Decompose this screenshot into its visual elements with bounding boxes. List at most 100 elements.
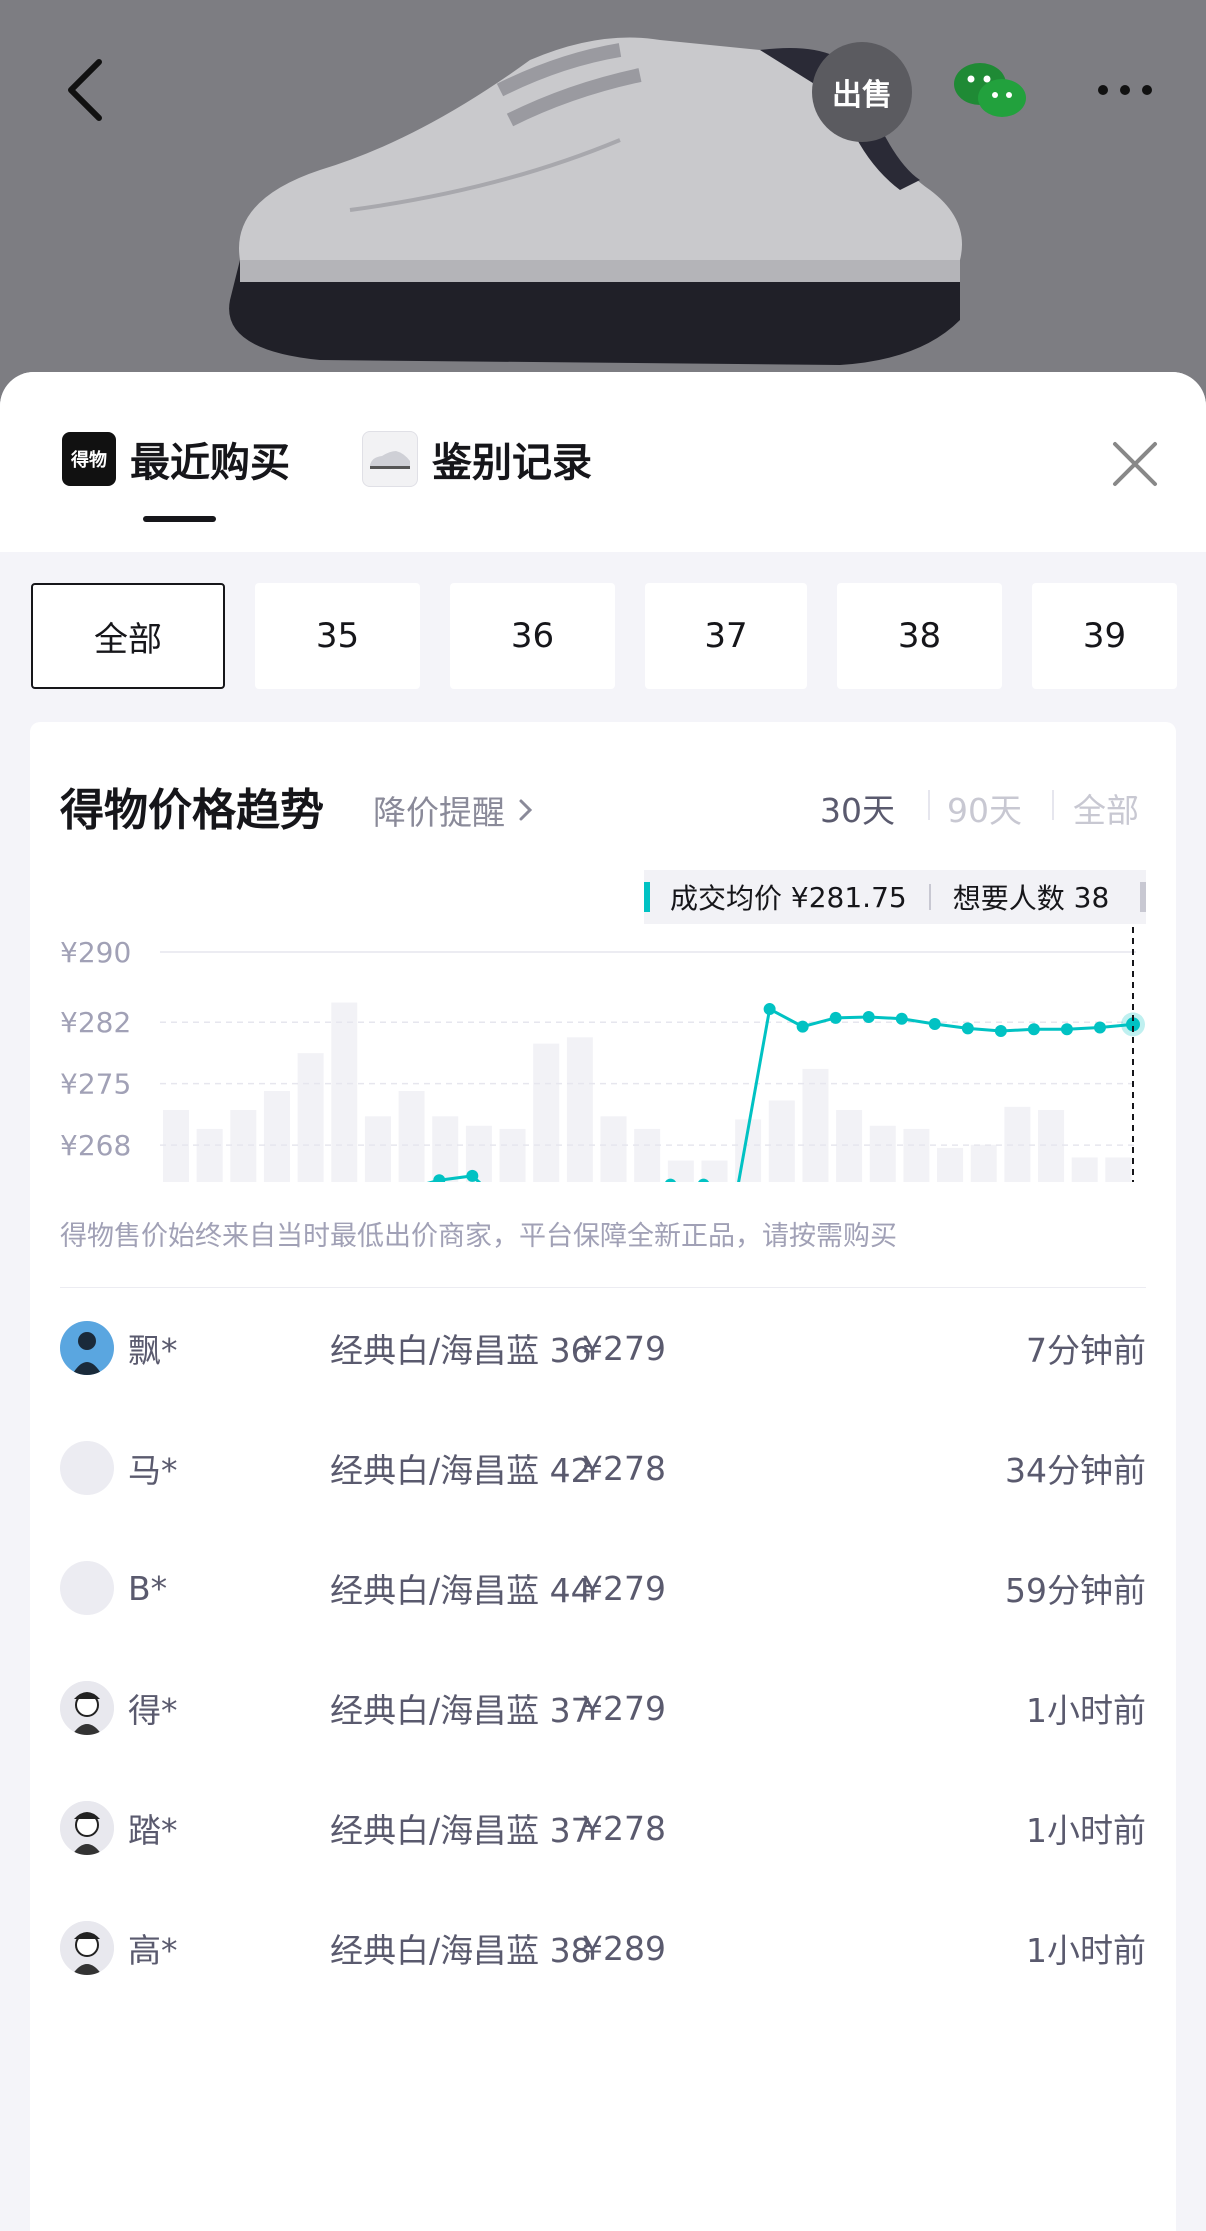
purchase-price: ¥278 — [582, 1808, 666, 1848]
volume-bar — [1105, 1157, 1132, 1182]
volume-bar — [297, 1053, 324, 1182]
buyer-name: 飘* — [128, 1331, 178, 1370]
price-trend-card: 得物价格趋势 降价提醒 30天 90天 全部 ¥290¥282¥275¥268¥… — [30, 722, 1176, 2231]
price-point — [994, 1025, 1007, 1037]
price-point — [1093, 1021, 1106, 1034]
buyer-name: 踏* — [128, 1811, 178, 1850]
avatar-image — [60, 1801, 114, 1855]
tab-recent-purchase[interactable]: 得物 最近购买 — [62, 430, 290, 488]
volume-bar — [533, 1043, 560, 1182]
more-button[interactable] — [1090, 60, 1160, 120]
size-chip-all[interactable]: 全部 — [31, 583, 225, 689]
buyer-name: 马* — [128, 1451, 178, 1490]
dewu-logo-icon: 得物 — [62, 432, 116, 486]
purchase-spec: 经典白/海昌蓝 37 — [330, 1691, 592, 1730]
y-tick-label: ¥290 — [60, 936, 131, 969]
buyer-name: B* — [128, 1568, 168, 1608]
sell-label: 出售 — [832, 78, 892, 113]
volume-bar — [802, 1068, 829, 1182]
volume-bar — [701, 1160, 728, 1182]
buyer-name: 得* — [128, 1691, 178, 1730]
volume-bar — [836, 1110, 863, 1182]
tooltip-accent — [644, 882, 650, 912]
purchase-time: 1小时前 — [1026, 1931, 1146, 1970]
purchase-spec: 经典白/海昌蓝 44 — [330, 1571, 592, 1610]
close-button[interactable] — [1105, 434, 1165, 494]
volume-bar — [600, 1116, 627, 1182]
back-button[interactable] — [50, 55, 120, 125]
tooltip-separator — [928, 884, 931, 910]
sell-button[interactable]: 出售 — [812, 42, 912, 142]
volume-bar — [331, 1002, 358, 1182]
purchase-time: 1小时前 — [1026, 1691, 1146, 1730]
wechat-share-button[interactable] — [950, 55, 1030, 125]
volume-bar — [768, 1100, 795, 1182]
purchase-time: 7分钟前 — [1026, 1331, 1146, 1370]
size-chip-39[interactable]: 39 — [1032, 583, 1177, 689]
chart-tooltip: 成交均价 ¥281.75 想要人数 38 — [644, 870, 1146, 924]
price-point — [862, 1010, 875, 1023]
size-chip-35[interactable]: 35 — [255, 583, 420, 689]
tooltip-avg-label: 成交均价 — [670, 882, 783, 915]
avatar — [60, 1561, 114, 1615]
tooltip-want-label: 想要人数 — [952, 882, 1065, 915]
volume-bar — [163, 1110, 189, 1182]
tab-appraisal-record[interactable]: 鉴别记录 — [362, 430, 592, 488]
size-chip-37[interactable]: 37 — [645, 583, 807, 689]
purchase-price: ¥278 — [582, 1448, 666, 1488]
active-tab-indicator — [143, 516, 216, 522]
volume-bar — [566, 1037, 593, 1182]
volume-bar — [364, 1116, 391, 1182]
volume-bar — [937, 1147, 964, 1182]
y-tick-label: ¥275 — [60, 1068, 131, 1101]
purchase-price: ¥279 — [582, 1688, 666, 1728]
wechat-icon — [954, 63, 1026, 117]
volume-bar — [1038, 1110, 1065, 1182]
avatar — [60, 1681, 114, 1735]
price-point — [466, 1169, 479, 1182]
purchase-record-row: B* 经典白/海昌蓝 44 ¥279 59分钟前 — [60, 1528, 1146, 1648]
y-tick-label: ¥268 — [60, 1129, 131, 1162]
price-point — [796, 1020, 809, 1033]
volume-bar — [869, 1125, 896, 1182]
avatar-image — [60, 1681, 114, 1735]
price-point — [1027, 1023, 1040, 1036]
purchase-spec: 经典白/海昌蓝 38 — [330, 1931, 592, 1970]
size-chip-36[interactable]: 36 — [450, 583, 615, 689]
volume-bar — [196, 1128, 223, 1182]
buyer-name: 高* — [128, 1931, 178, 1970]
more-icon — [1098, 85, 1152, 95]
price-point — [961, 1022, 974, 1035]
volume-bar — [1071, 1157, 1098, 1182]
price-trend-chart[interactable]: ¥290¥282¥275¥268¥261¥25410.2811.0311.091… — [30, 722, 1176, 1182]
recent-purchase-sheet: 得物 最近购买 鉴别记录 全部 35 36 37 38 39 得物价格趋势 降价… — [0, 372, 1206, 2231]
volume-bar — [398, 1091, 425, 1182]
volume-bar — [230, 1110, 257, 1182]
sheet-tab-bar: 得物 最近购买 鉴别记录 — [0, 372, 1206, 552]
avatar — [60, 1801, 114, 1855]
purchase-spec: 经典白/海昌蓝 37 — [330, 1811, 592, 1850]
volume-bar — [903, 1128, 930, 1182]
avatar-image — [60, 1921, 114, 1975]
purchase-price: ¥289 — [582, 1928, 666, 1968]
tooltip-avg-value: ¥281.75 — [790, 880, 907, 914]
chevron-left-icon — [68, 59, 102, 121]
volume-bar — [263, 1091, 290, 1182]
purchase-record-row: 飘* 经典白/海昌蓝 36 ¥279 7分钟前 — [60, 1288, 1146, 1408]
price-point — [829, 1011, 842, 1024]
tooltip-end-marker — [1140, 882, 1146, 912]
avatar-image — [60, 1321, 114, 1375]
price-point — [895, 1012, 908, 1025]
volume-bar — [432, 1116, 459, 1182]
purchase-time: 59分钟前 — [1005, 1571, 1146, 1610]
avatar — [60, 1321, 114, 1375]
volume-bar — [970, 1144, 997, 1182]
close-icon — [1113, 442, 1157, 486]
tooltip-want-value: 38 — [1073, 880, 1110, 914]
product-hero: 出售 — [0, 0, 1206, 420]
avatar — [60, 1441, 114, 1495]
y-tick-label: ¥282 — [60, 1006, 131, 1039]
size-chip-38[interactable]: 38 — [837, 583, 1002, 689]
price-point — [1060, 1023, 1073, 1036]
purchase-record-row: 得* 经典白/海昌蓝 37 ¥279 1小时前 — [60, 1648, 1146, 1768]
